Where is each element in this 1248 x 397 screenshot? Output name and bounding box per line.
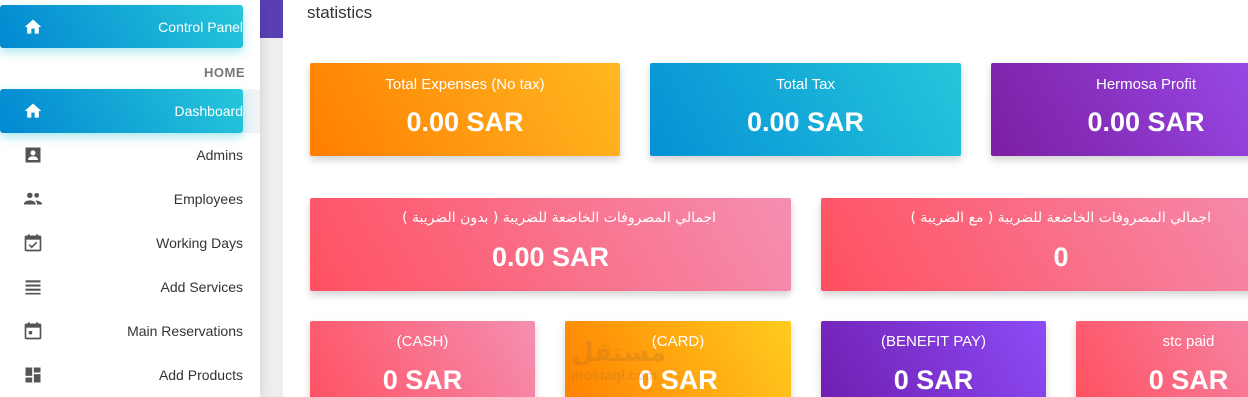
stat-hermosa-profit: Hermosa Profit 0.00 SAR: [991, 63, 1248, 156]
stat-value: 0.00 SAR: [746, 107, 865, 137]
sidebar-item-label: Main Reservations: [127, 323, 243, 339]
sidebar-item-label: Add Services: [160, 279, 243, 295]
people-icon: [22, 188, 44, 210]
stat-value: 0.00 SAR: [406, 107, 524, 137]
stat-value: 0 SAR: [893, 365, 974, 395]
calendar-check-icon: [22, 232, 44, 254]
watermark-latin: mostaql.com: [571, 367, 658, 383]
stat-label: (BENEFIT PAY): [880, 333, 986, 350]
sidebar-item-label: Working Days: [156, 235, 243, 251]
sidebar-item-dashboard[interactable]: Dashboard: [0, 89, 243, 133]
stat-value: 0.00 SAR: [491, 242, 610, 272]
stat-label: Hermosa Profit: [1095, 76, 1197, 93]
contact-card-icon: [22, 144, 44, 166]
stat-label: Total Expenses (No tax): [385, 76, 545, 93]
dashboard-grid-icon: [22, 364, 44, 386]
sidebar-item-label: Admins: [196, 147, 243, 163]
sidebar-item-label: Dashboard: [174, 103, 244, 119]
home-icon: [22, 16, 44, 38]
stat-taxable-expenses-without-tax: اجمالي المصروفات الخاضعة للضريبة ( بدون …: [310, 198, 791, 291]
sidebar-item-add-services[interactable]: Add Services: [0, 265, 243, 309]
sidebar-item-main-reservations[interactable]: Main Reservations: [0, 309, 243, 353]
stat-label: اجمالي المصروفات الخاضعة للضريبة ( مع ال…: [910, 210, 1211, 226]
list-icon: [22, 276, 44, 298]
stat-cash: (CASH) 0 SAR: [310, 321, 535, 397]
stat-label: (CASH): [396, 333, 449, 350]
stat-value: 0: [1053, 242, 1069, 272]
stat-stc-paid: stc paid 0 SAR: [1076, 321, 1248, 397]
stat-label: اجمالي المصروفات الخاضعة للضريبة ( بدون …: [402, 210, 716, 226]
sidebar-item-employees[interactable]: Employees: [0, 177, 243, 221]
sidebar: Control Panel HOME Dashboard Admins Empl…: [0, 0, 260, 397]
watermark: مستقل mostaql.com: [571, 340, 666, 382]
sidebar-item-admins[interactable]: Admins: [0, 133, 243, 177]
control-panel-label: Control Panel: [158, 18, 243, 35]
stat-taxable-expenses-with-tax: اجمالي المصروفات الخاضعة للضريبة ( مع ال…: [821, 198, 1248, 291]
stat-label: Total Tax: [776, 76, 835, 93]
home-icon: [22, 100, 44, 122]
stat-value: 0 SAR: [382, 365, 463, 395]
sidebar-item-add-products[interactable]: Add Products: [0, 353, 243, 397]
sidebar-item-label: Employees: [173, 191, 243, 207]
watermark-arabic: مستقل: [571, 338, 667, 368]
active-item-highlight: [243, 89, 260, 133]
calendar-icon: [22, 320, 44, 342]
stat-benefit-pay: (BENEFIT PAY) 0 SAR: [821, 321, 1046, 397]
stat-total-tax: Total Tax 0.00 SAR: [650, 63, 961, 156]
stat-label: stc paid: [1162, 333, 1215, 350]
sidebar-item-working-days[interactable]: Working Days: [0, 221, 243, 265]
control-panel-button[interactable]: Control Panel: [0, 5, 243, 48]
stat-total-expenses: Total Expenses (No tax) 0.00 SAR: [310, 63, 620, 156]
page-title: statistics: [307, 3, 373, 22]
sidebar-item-label: Add Products: [158, 367, 243, 383]
stat-value: 0.00 SAR: [1087, 107, 1205, 137]
stat-value: 0 SAR: [1148, 365, 1229, 395]
statistics-card: statistics Total Expenses (No tax) 0.00 …: [283, 0, 1248, 397]
sidebar-section-home: HOME: [204, 65, 245, 80]
